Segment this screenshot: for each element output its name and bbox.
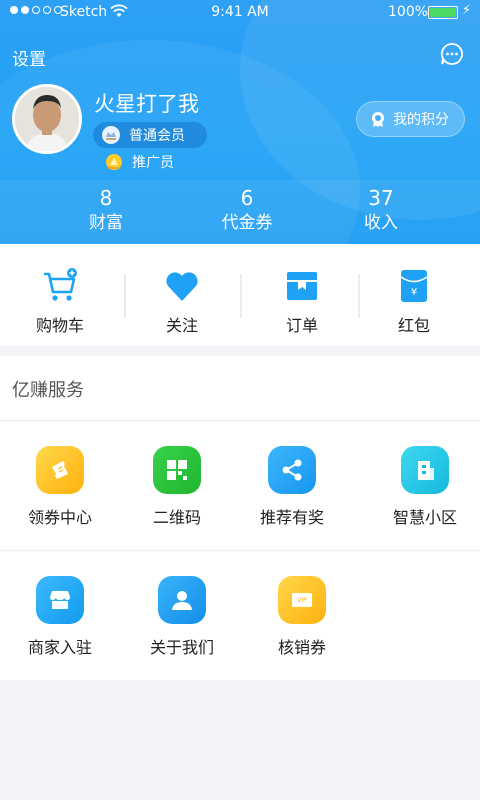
red-envelope-button[interactable]: ¥ 红包 xyxy=(354,244,474,346)
service-coupon-center[interactable]: 领券中心 xyxy=(0,446,120,556)
member-level-badge: 普通会员 xyxy=(93,122,207,148)
settings-button[interactable]: 设置 xyxy=(12,45,46,70)
service-about-us[interactable]: 关于我们 xyxy=(122,576,242,686)
cart-icon xyxy=(44,268,77,301)
service-label: 推荐有奖 xyxy=(259,508,324,527)
promoter-label: 推广员 xyxy=(132,155,174,171)
service-referral-reward[interactable]: 推荐有奖 xyxy=(232,446,352,556)
building-icon xyxy=(401,446,449,494)
medal-icon xyxy=(372,112,384,127)
stat-label: 财富 xyxy=(89,213,123,233)
cart-label: 购物车 xyxy=(35,316,84,335)
stat-value: 6 xyxy=(240,186,254,210)
service-qr-code[interactable]: 二维码 xyxy=(117,446,237,556)
stat-vouchers[interactable]: 6 代金券 xyxy=(187,185,307,235)
order-box-icon xyxy=(287,272,317,300)
favorites-button[interactable]: 关注 xyxy=(122,244,242,346)
service-label: 智慧小区 xyxy=(392,508,457,527)
profile-header: Sketch 9:41 AM 100% ⚡ 设置 火星打了我 普通会员 推广员 … xyxy=(0,0,480,244)
stat-value: 8 xyxy=(99,186,113,210)
my-points-button[interactable]: 我的积分 xyxy=(356,101,465,137)
stat-label: 收入 xyxy=(364,213,398,233)
ticket-icon xyxy=(36,446,84,494)
member-level-label: 普通会员 xyxy=(129,128,185,144)
vip-card-icon: VIP xyxy=(278,576,326,624)
battery-icon xyxy=(428,6,458,19)
divider xyxy=(0,420,480,421)
promoter-badge: 推广员 xyxy=(104,152,174,172)
member-badge-icon xyxy=(102,126,120,144)
stat-label: 代金券 xyxy=(221,213,273,233)
heart-icon xyxy=(166,272,198,301)
avatar-photo xyxy=(15,87,79,151)
username: 火星打了我 xyxy=(94,92,199,116)
my-points-label: 我的积分 xyxy=(393,112,449,128)
services-panel: 亿赚服务 领券中心 二维码 推荐有奖 智慧小区 商家入驻 关于我们 VIP 核销… xyxy=(0,356,480,680)
service-smart-community[interactable]: 智慧小区 xyxy=(365,446,480,556)
orders-label: 订单 xyxy=(285,316,318,335)
service-label: 二维码 xyxy=(152,508,201,527)
service-label: 关于我们 xyxy=(149,638,214,657)
service-label: 领券中心 xyxy=(27,508,92,527)
store-icon xyxy=(36,576,84,624)
stat-value: 37 xyxy=(368,186,394,210)
cart-button[interactable]: 购物车 xyxy=(0,244,120,346)
red-envelope-icon: ¥ xyxy=(400,270,428,302)
orders-button[interactable]: 订单 xyxy=(242,244,362,346)
promoter-icon xyxy=(106,154,122,170)
red-envelope-label: 红包 xyxy=(397,316,430,335)
svg-text:¥: ¥ xyxy=(411,287,417,298)
svg-text:VIP: VIP xyxy=(297,597,307,604)
service-merchant-join[interactable]: 商家入驻 xyxy=(0,576,120,686)
stat-income[interactable]: 37 收入 xyxy=(321,185,441,235)
service-label: 核销券 xyxy=(277,638,326,657)
person-icon xyxy=(158,576,206,624)
favorites-label: 关注 xyxy=(165,316,198,335)
services-title: 亿赚服务 xyxy=(12,380,84,401)
service-redeem-voucher[interactable]: VIP 核销券 xyxy=(242,576,362,686)
status-bar: Sketch 9:41 AM 100% ⚡ xyxy=(0,0,480,26)
message-icon[interactable] xyxy=(440,42,464,66)
share-icon xyxy=(268,446,316,494)
battery-percent: 100% xyxy=(388,4,429,20)
service-label: 商家入驻 xyxy=(27,638,92,657)
stat-wealth[interactable]: 8 财富 xyxy=(46,185,166,235)
qr-code-icon xyxy=(153,446,201,494)
quick-actions-bar: 购物车 关注 订单 ¥ 红包 xyxy=(0,244,480,346)
charging-icon: ⚡ xyxy=(462,3,472,18)
avatar[interactable] xyxy=(12,84,82,154)
